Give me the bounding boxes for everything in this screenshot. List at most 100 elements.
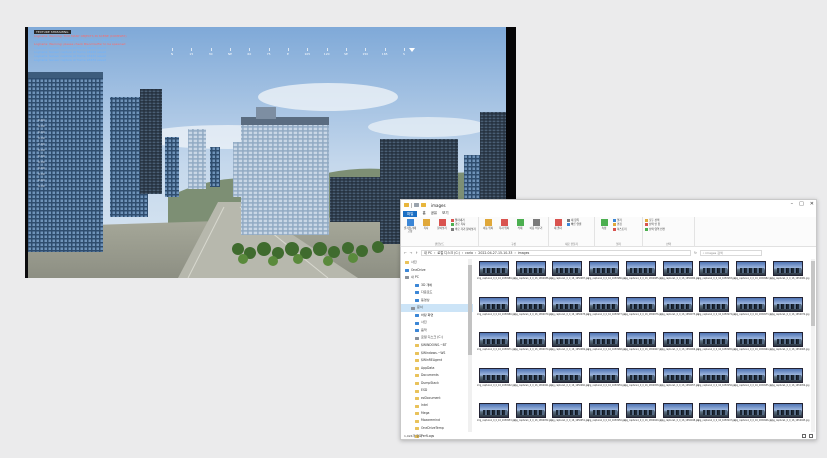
tab-file[interactable]: 파일 xyxy=(403,210,418,217)
nav-item[interactable]: 로컬 디스크 (C:) xyxy=(405,334,473,342)
properties-icon[interactable] xyxy=(414,203,419,207)
maximize-button[interactable]: □ xyxy=(799,201,804,207)
navigation-scrollbar[interactable] xyxy=(468,259,472,432)
file-explorer-window[interactable]: images – □ ✕ 파일 홈 공유 보기 즐겨찾기에 고정 복사 붙여넣기 잘라… xyxy=(400,199,817,440)
file-thumbnail[interactable]: img_capture1_0_0_16_1650965.jpg xyxy=(697,332,736,362)
back-arrow-icon[interactable]: ← xyxy=(404,251,407,255)
file-grid[interactable]: img_capture1_0_0_16_1650989.jpg img_captu… xyxy=(477,261,809,433)
refresh-icon[interactable]: ↻ xyxy=(694,251,697,255)
file-grid-scrollbar[interactable] xyxy=(811,259,815,432)
ribbon-small-button[interactable]: 바로 가기 붙여넣기 xyxy=(451,228,476,231)
large-icons-view-icon[interactable] xyxy=(809,434,813,438)
file-thumbnail[interactable]: img_capture1_0_0_16_1650968.jpg xyxy=(587,332,626,362)
nav-item[interactable]: 음악 xyxy=(405,327,473,335)
nav-item[interactable]: $WinREAgent xyxy=(405,357,473,365)
ribbon-small-button[interactable]: 모두 선택 xyxy=(645,219,665,223)
navigation-scroll-thumb[interactable] xyxy=(468,265,472,355)
nav-item[interactable]: OneDrive xyxy=(405,267,473,275)
ribbon-small-button[interactable]: 편집 xyxy=(613,223,627,227)
file-thumbnail[interactable]: img_capture1_0_0_16_1650946.jpg xyxy=(734,403,773,433)
file-thumbnail[interactable]: img_capture1_0_0_16_1650948.jpg xyxy=(661,403,699,433)
title-bar[interactable]: images – □ ✕ xyxy=(401,200,816,210)
ribbon-small-button[interactable]: 열기 xyxy=(613,219,627,223)
nav-item[interactable]: 다운로드 xyxy=(405,289,473,297)
ribbon-button[interactable]: 복사 xyxy=(419,219,433,230)
ribbon-button[interactable]: 삭제 xyxy=(513,219,527,230)
file-thumbnail[interactable]: img_capture1_0_0_16_1650947.jpg xyxy=(697,403,736,433)
file-thumbnail[interactable]: img_capture1_0_0_16_1650966.jpg xyxy=(661,332,699,362)
nav-item[interactable]: 사진 xyxy=(405,319,473,327)
file-thumbnail[interactable]: img_capture1_0_0_16_1650970.jpg xyxy=(514,332,552,362)
close-button[interactable]: ✕ xyxy=(810,201,814,207)
file-thumbnail[interactable]: img_capture1_0_0_16_1650986.jpg xyxy=(587,261,626,291)
forward-arrow-icon[interactable]: → xyxy=(410,251,413,255)
file-thumbnail[interactable]: img_capture1_0_0_16_1650957.jpg xyxy=(661,367,699,398)
details-view-icon[interactable] xyxy=(802,434,806,438)
navigation-pane[interactable]: 사진 OneDrive 내 PC 3D 개체 다운로드 동영상 문서 바탕 화면 사진 음악 로컬 … xyxy=(401,259,473,438)
nav-item[interactable]: 사진 xyxy=(405,259,473,267)
file-thumbnail[interactable]: img_capture1_0_0_16_1650984.jpg xyxy=(661,261,699,291)
up-arrow-icon[interactable]: ↑ xyxy=(415,251,418,255)
ribbon-small-button[interactable]: 선택 영역 반전 xyxy=(645,228,665,231)
nav-item[interactable]: $Windows.~WS xyxy=(405,350,473,358)
file-thumbnail[interactable]: img_capture1_0_0_16_1650945.jpg xyxy=(771,403,809,433)
ribbon-button[interactable]: 이름 바꾸기 xyxy=(529,219,543,230)
ribbon-button[interactable]: 즐겨찾기에 고정 xyxy=(403,219,417,233)
file-thumbnail[interactable]: img_capture1_0_0_16_1650982.jpg xyxy=(734,261,773,291)
file-thumbnail[interactable]: img_capture1_0_0_16_1650950.jpg xyxy=(587,403,626,433)
ribbon-button[interactable]: 새 폴더 xyxy=(551,219,565,230)
ribbon-button[interactable]: 이동 위치 xyxy=(481,219,495,230)
file-thumbnail[interactable]: img_capture1_0_0_16_1650969.jpg xyxy=(550,332,589,362)
file-thumbnail[interactable]: img_capture1_0_0_16_1650979.jpg xyxy=(514,296,552,327)
tab-home[interactable]: 홈 xyxy=(422,211,425,216)
file-thumbnail[interactable]: img_capture1_0_0_16_1650988.jpg xyxy=(514,261,552,291)
breadcrumb-item[interactable]: 로컬 디스크 (C:) xyxy=(437,250,459,255)
tab-view[interactable]: 보기 xyxy=(442,211,448,216)
file-thumbnail[interactable]: img_capture1_0_0_16_1650976.jpg xyxy=(624,296,663,327)
file-thumbnail[interactable]: img_capture1_0_0_16_1650964.jpg xyxy=(734,332,773,362)
nav-item[interactable]: Mega xyxy=(405,410,473,418)
nav-item[interactable]: 내 PC xyxy=(405,274,473,282)
file-thumbnail[interactable]: img_capture1_0_0_16_1650989.jpg xyxy=(477,261,516,291)
address-bar[interactable]: 내 PC › 로컬 디스크 (C:) › carla › 2022-04-27-15-10-… xyxy=(421,249,692,256)
nav-item[interactable]: Documents xyxy=(405,372,473,380)
breadcrumb-item[interactable]: carla xyxy=(465,251,473,255)
minimize-button[interactable]: – xyxy=(791,201,794,207)
file-thumbnail[interactable]: img_capture1_0_0_16_1650972.jpg xyxy=(771,296,809,327)
nav-item[interactable]: AppData xyxy=(405,365,473,373)
file-thumbnail[interactable]: img_capture1_0_0_16_1650974.jpg xyxy=(697,296,736,327)
nav-item[interactable]: $WINDOWS.~BT xyxy=(405,342,473,350)
ribbon-small-button[interactable]: 경로 복사 xyxy=(451,223,476,227)
file-thumbnail[interactable]: img_capture1_0_0_16_1650983.jpg xyxy=(697,261,736,291)
nav-item[interactable]: 문서 xyxy=(401,304,473,312)
nav-item[interactable]: 바탕 화면 xyxy=(405,312,473,320)
ribbon-button[interactable]: 붙여넣기 xyxy=(435,219,449,230)
breadcrumb-item[interactable]: 내 PC xyxy=(424,250,432,255)
file-thumbnail[interactable]: img_capture1_0_0_16_1650952.jpg xyxy=(514,403,552,433)
nav-item[interactable]: Mozaremind xyxy=(405,417,473,425)
nav-item[interactable]: OneDriveTemp xyxy=(405,425,473,433)
file-thumbnail[interactable]: img_capture1_0_0_16_1650959.jpg xyxy=(587,367,626,398)
ribbon-small-button[interactable]: 새 항목 xyxy=(567,219,581,223)
file-thumbnail[interactable]: img_capture1_0_0_16_1650960.jpg xyxy=(550,367,589,398)
breadcrumb-item[interactable]: 2022-04-27-15-10-33 xyxy=(478,251,512,255)
ribbon-button[interactable]: 복사 위치 xyxy=(497,219,511,230)
file-thumbnail[interactable]: img_capture1_0_0_16_1650987.jpg xyxy=(550,261,589,291)
file-grid-scroll-thumb[interactable] xyxy=(811,261,815,326)
file-thumbnail[interactable]: img_capture1_0_0_16_1650985.jpg xyxy=(624,261,663,291)
ribbon-small-button[interactable]: 빠른 연결 xyxy=(567,223,581,227)
file-thumbnail[interactable]: img_capture1_0_0_16_1650978.jpg xyxy=(550,296,589,327)
search-box[interactable]: ⌕ images 검색 xyxy=(699,249,762,256)
nav-item[interactable]: ESD xyxy=(405,387,473,395)
file-thumbnail[interactable]: img_capture1_0_0_16_1650954.jpg xyxy=(771,367,809,398)
file-thumbnail[interactable]: img_capture1_0_0_16_1650975.jpg xyxy=(661,296,699,327)
file-thumbnail[interactable]: img_capture1_0_0_16_1650981.jpg xyxy=(771,261,809,291)
nav-item[interactable]: 동영상 xyxy=(405,297,473,305)
file-thumbnail[interactable]: img_capture1_0_0_16_1650949.jpg xyxy=(624,403,663,433)
new-folder-icon[interactable] xyxy=(421,203,426,207)
ribbon-button[interactable]: 속성 xyxy=(597,219,611,230)
breadcrumb-item[interactable]: images xyxy=(518,251,530,255)
file-thumbnail[interactable]: img_capture1_0_0_16_1650977.jpg xyxy=(587,296,626,327)
file-thumbnail[interactable]: img_capture1_0_0_16_1650980.jpg xyxy=(477,296,516,327)
ribbon-small-button[interactable]: 잘라내기 xyxy=(451,219,476,223)
